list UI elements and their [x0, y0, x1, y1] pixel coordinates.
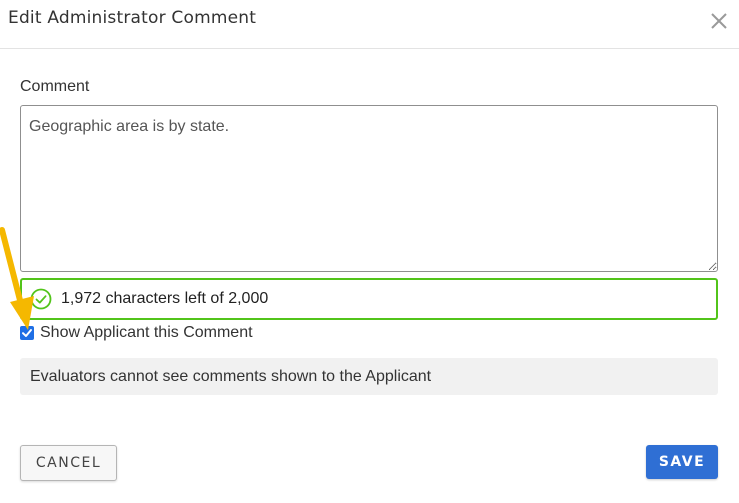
dialog-header: Edit Administrator Comment: [0, 0, 739, 49]
comment-textarea[interactable]: Geographic area is by state.: [20, 105, 718, 272]
show-applicant-row[interactable]: Show Applicant this Comment: [20, 323, 253, 343]
save-button[interactable]: SAVE: [646, 445, 718, 479]
evaluator-notice: Evaluators cannot see comments shown to …: [20, 358, 718, 395]
close-icon: [711, 13, 727, 29]
comment-label: Comment: [20, 78, 90, 95]
character-counter-text: 1,972 characters left of 2,000: [61, 290, 269, 307]
annotation-arrow-icon: [0, 227, 34, 330]
show-applicant-label: Show Applicant this Comment: [40, 324, 253, 341]
dialog-title: Edit Administrator Comment: [8, 8, 257, 28]
cancel-button[interactable]: CANCEL: [20, 445, 117, 481]
character-counter: 1,972 characters left of 2,000: [20, 278, 718, 320]
close-button[interactable]: [706, 8, 732, 34]
